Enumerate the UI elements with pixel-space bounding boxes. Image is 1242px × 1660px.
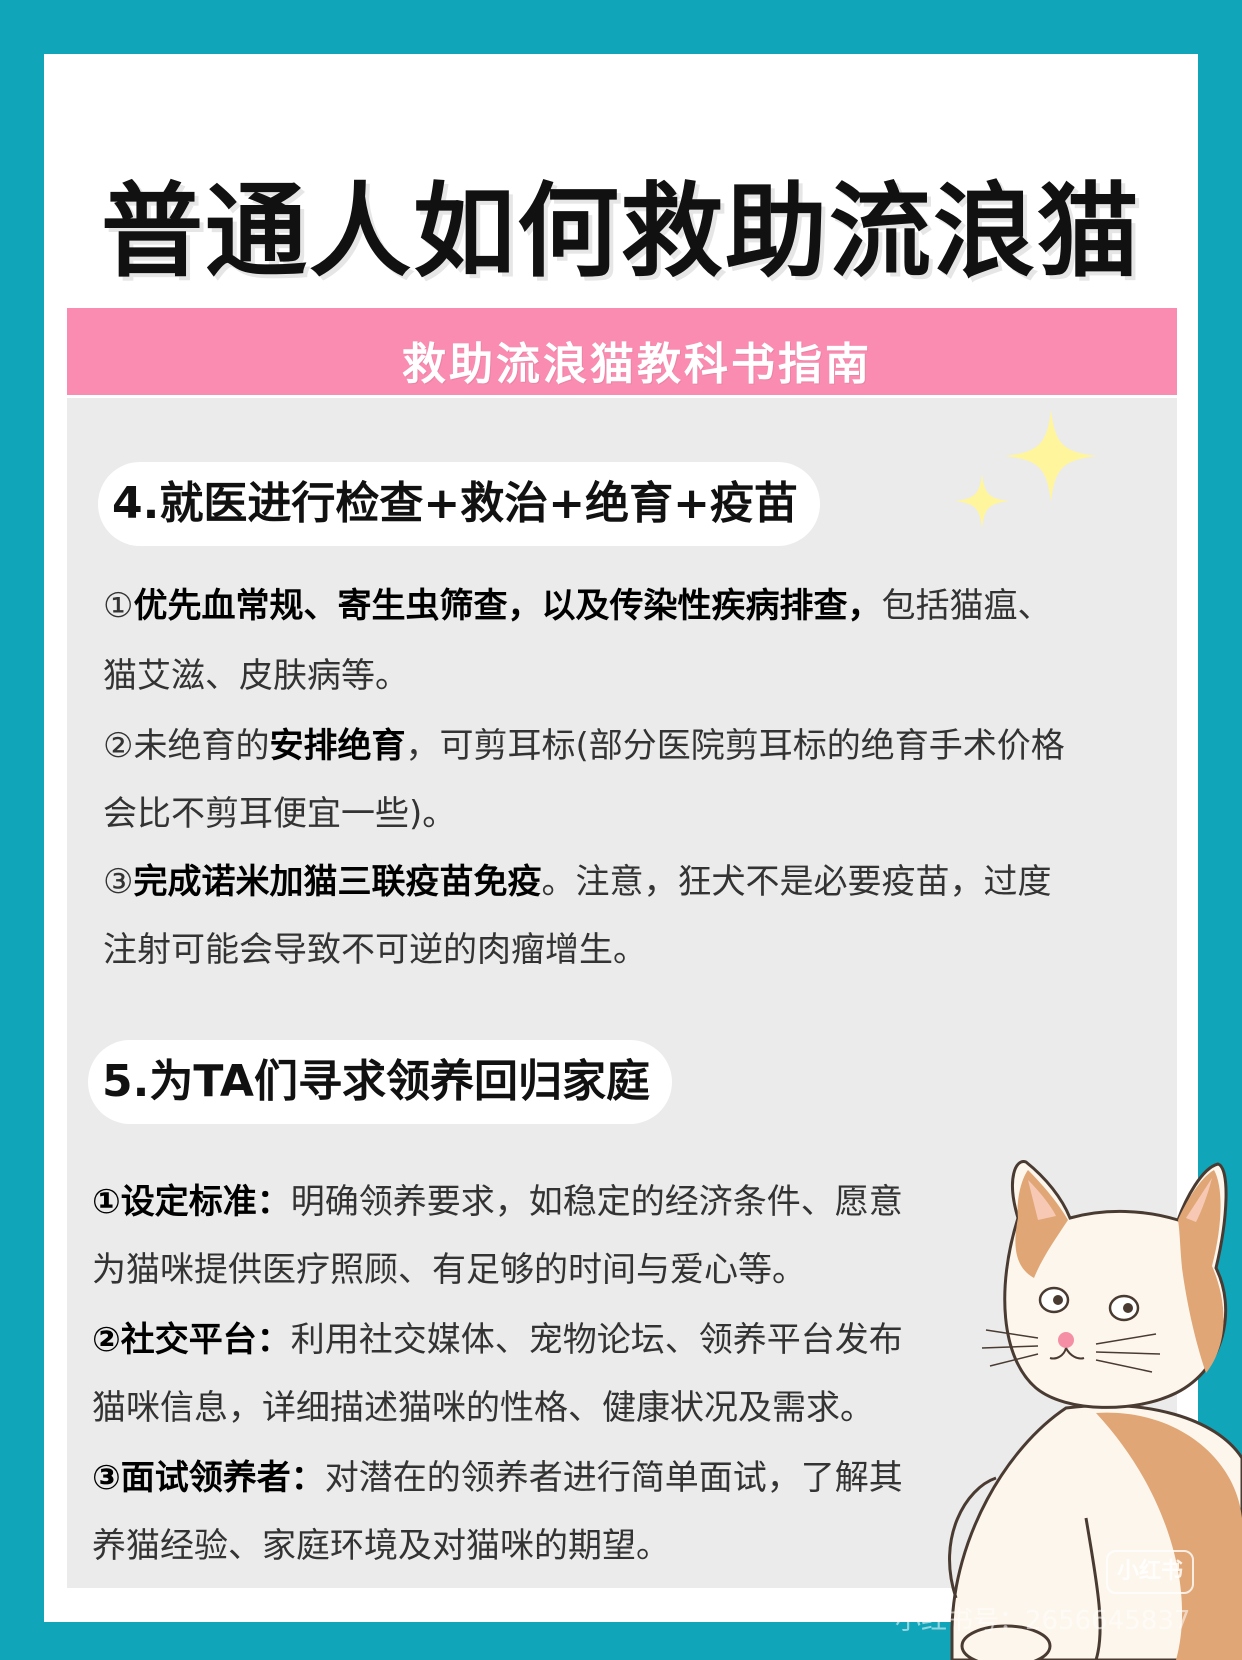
- watermark-logo: 小红书: [1106, 1550, 1194, 1594]
- sparkle-large-icon: [1005, 410, 1097, 502]
- page-title: 普通人如何救助流浪猫: [101, 173, 1141, 292]
- s5-item2-line1: ②社交平台：利用社交媒体、宠物论坛、领养平台发布: [92, 1320, 903, 1360]
- s4-item2-line2: 会比不剪耳便宜一些)。: [103, 794, 457, 834]
- s5-item3-line1: ③面试领养者：对潜在的领养者进行简单面试，了解其: [92, 1458, 903, 1498]
- panel-subtitle: 救助流浪猫教科书指南: [402, 339, 872, 390]
- s5-item3-line2: 养猫经验、家庭环境及对猫咪的期望。: [92, 1526, 670, 1566]
- s4-item3-line1: ③完成诺米加猫三联疫苗免疫。注意，狂犬不是必要疫苗，过度: [103, 862, 1052, 902]
- s4-item1-line1: ①优先血常规、寄生虫筛查，以及传染性疾病排查，包括猫瘟、: [103, 586, 1052, 626]
- section-4-heading: 4.就医进行检查+救治+绝育+疫苗: [98, 462, 820, 546]
- panel-header: 救助流浪猫教科书指南: [67, 308, 1177, 398]
- s5-item1-line1: ①设定标准：明确领养要求，如稳定的经济条件、愿意: [92, 1182, 903, 1222]
- s4-item3-line2: 注射可能会导致不可逆的肉瘤增生。: [103, 930, 647, 970]
- s4-item2-line1: ②未绝育的安排绝育，可剪耳标(部分医院剪耳标的绝育手术价格: [103, 726, 1065, 766]
- cat-illustration: [948, 1160, 1242, 1660]
- s5-item2-line2: 猫咪信息，详细描述猫咪的性格、健康状况及需求。: [92, 1388, 874, 1428]
- s4-item1-line2: 猫艾滋、皮肤病等。: [103, 656, 409, 696]
- watermark-text: 小红书号：2656645837: [895, 1606, 1191, 1636]
- section-5-heading: 5.为TA们寻求领养回归家庭: [88, 1040, 672, 1124]
- s5-item1-line2: 为猫咪提供医疗照顾、有足够的时间与爱心等。: [92, 1250, 806, 1290]
- sparkle-small-icon: [955, 474, 1009, 528]
